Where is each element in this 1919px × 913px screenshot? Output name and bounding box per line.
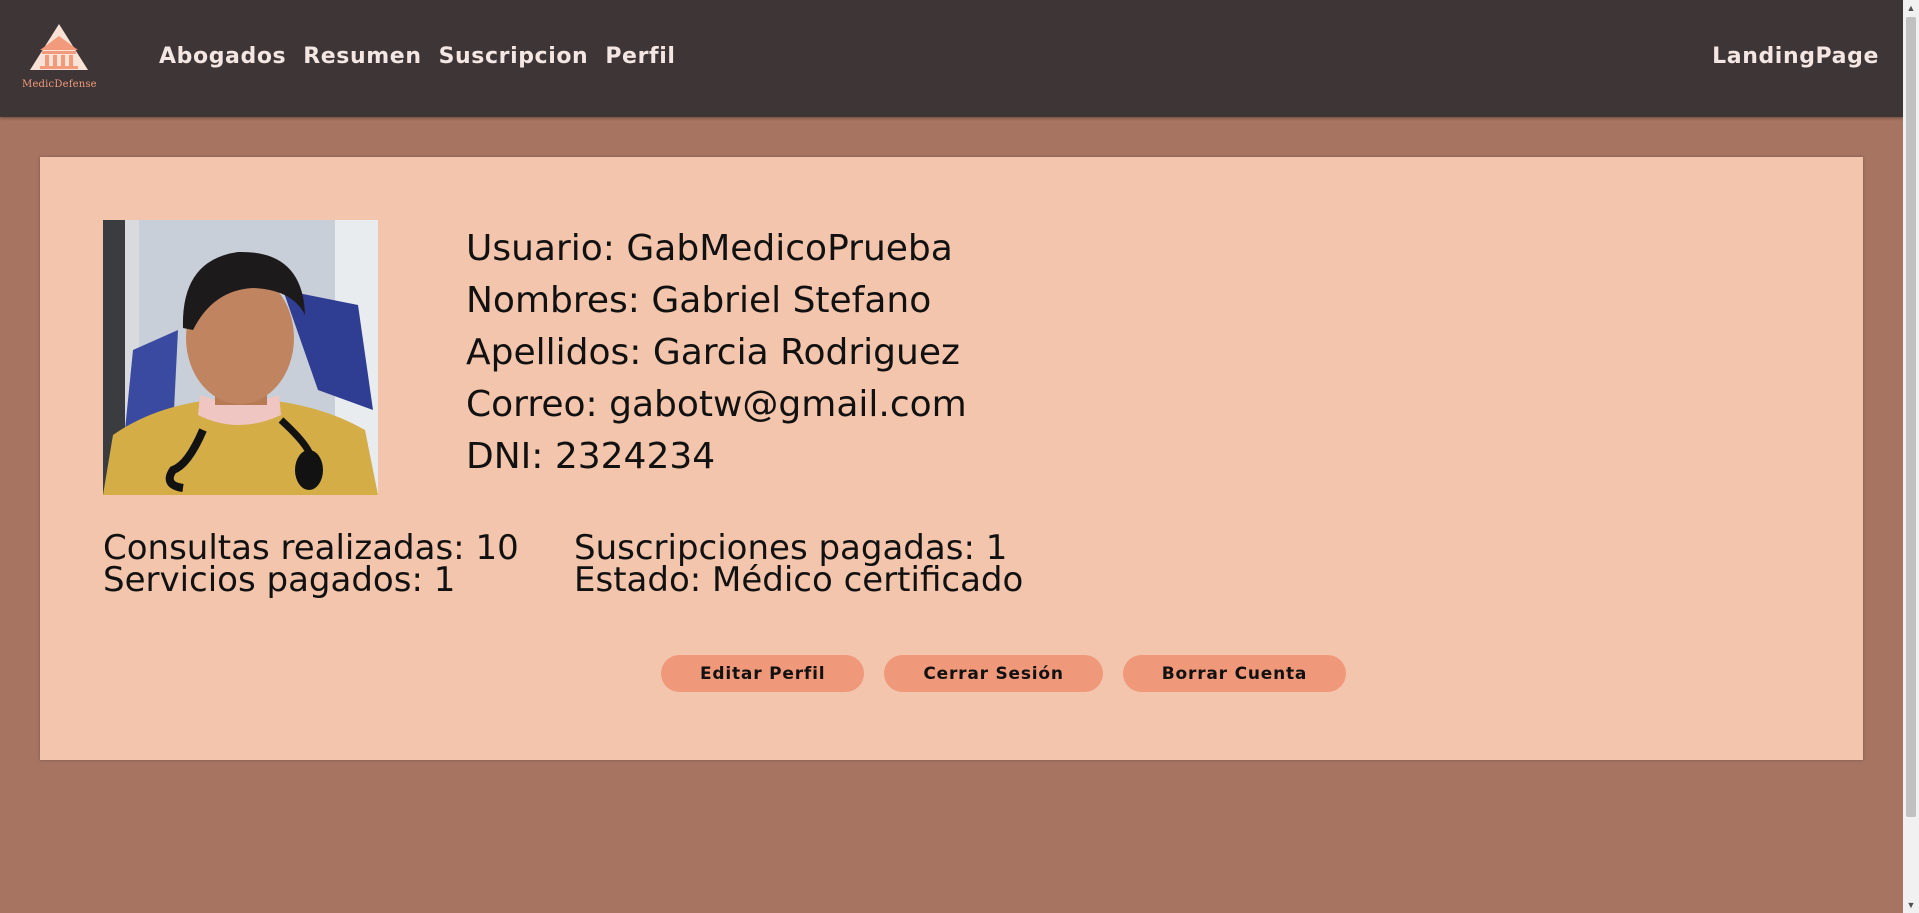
navbar: MedicDefense Abogados Resumen Suscripcio… — [0, 0, 1903, 117]
user-info: Usuario: GabMedicoPrueba Nombres: Gabrie… — [466, 223, 967, 483]
profile-actions: Editar Perfil Cerrar Sesión Borrar Cuent… — [661, 655, 1347, 692]
profile-photo — [103, 220, 378, 495]
username: Usuario: GabMedicoPrueba — [466, 228, 953, 269]
main-nav: Abogados Resumen Suscripcion Perfil — [159, 42, 675, 72]
first-names: Nombres: Gabriel Stefano — [466, 280, 932, 321]
scroll-up-icon[interactable]: ▲ — [1903, 0, 1919, 16]
logo-text: MedicDefense — [22, 79, 97, 90]
scrollbar-thumb[interactable] — [1906, 17, 1916, 817]
profile-card: Usuario: GabMedicoPrueba Nombres: Gabrie… — [40, 157, 1863, 760]
nav-link-suscripcion[interactable]: Suscripcion — [439, 42, 589, 72]
courthouse-logo-icon — [30, 24, 88, 70]
user-photo-icon — [103, 220, 378, 495]
scroll-down-icon[interactable]: ▼ — [1903, 897, 1919, 913]
nav-link-landingpage[interactable]: LandingPage — [1712, 42, 1879, 72]
stats-left: Consultas realizadas: 10 Servicios pagad… — [103, 531, 519, 600]
nav-link-perfil[interactable]: Perfil — [605, 42, 675, 72]
dni: DNI: 2324234 — [466, 436, 716, 477]
logout-button[interactable]: Cerrar Sesión — [884, 655, 1103, 692]
vertical-scrollbar[interactable]: ▲ ▼ — [1903, 0, 1919, 913]
edit-profile-button[interactable]: Editar Perfil — [661, 655, 865, 692]
page: MedicDefense Abogados Resumen Suscripcio… — [0, 0, 1903, 913]
nav-link-resumen[interactable]: Resumen — [303, 42, 421, 72]
account-status: Estado: Médico certificado — [574, 560, 1024, 600]
paid-services-count: Servicios pagados: 1 — [103, 560, 456, 600]
delete-account-button[interactable]: Borrar Cuenta — [1122, 655, 1347, 692]
nav-link-abogados[interactable]: Abogados — [159, 42, 286, 72]
stats-right: Suscripciones pagadas: 1 Estado: Médico … — [574, 531, 1024, 600]
last-names: Apellidos: Garcia Rodriguez — [466, 332, 960, 373]
email: Correo: gabotw@gmail.com — [466, 384, 967, 425]
logo[interactable]: MedicDefense — [22, 22, 97, 96]
